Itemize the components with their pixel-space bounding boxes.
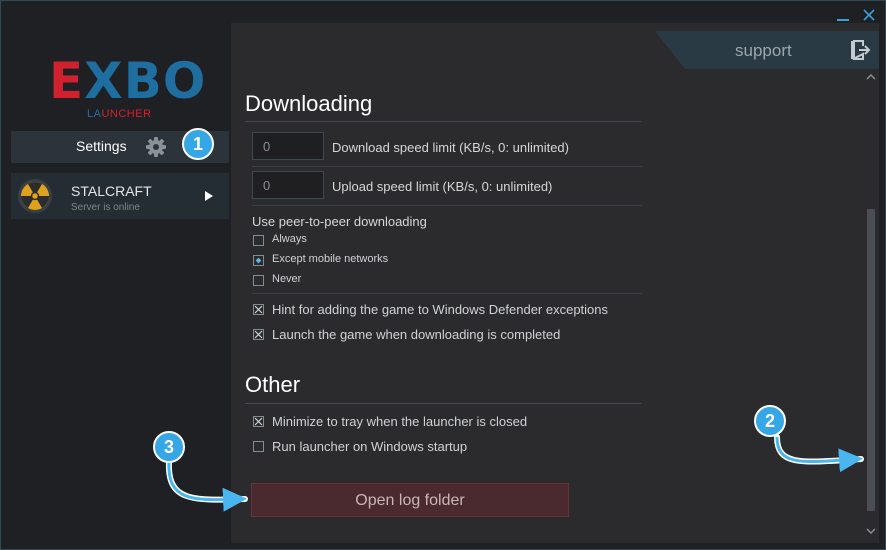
callout-1: 1: [182, 128, 214, 160]
annotation-arrows: [165, 434, 864, 512]
callout-3: 3: [153, 431, 185, 463]
callout-2: 2: [754, 405, 786, 437]
launcher-window: EXBO LAUNCHER Settings STALCRAFT Server …: [0, 0, 886, 550]
